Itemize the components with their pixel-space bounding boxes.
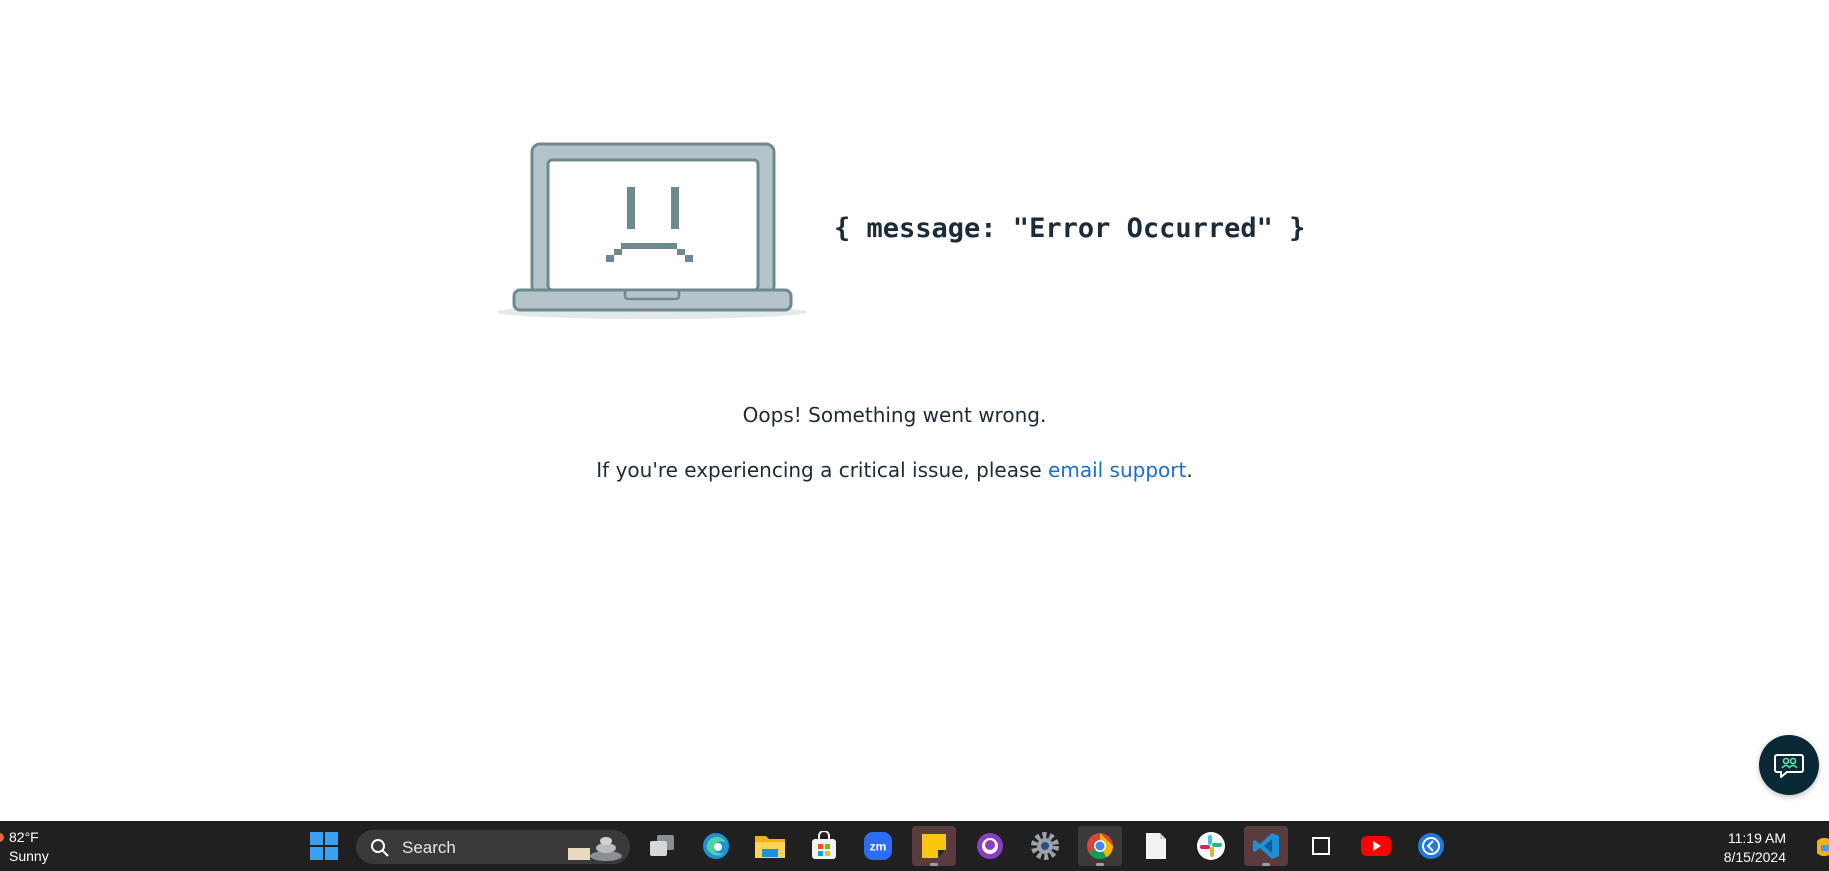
window-button[interactable] <box>1299 826 1343 866</box>
start-button[interactable] <box>302 826 346 866</box>
gear-icon <box>1031 832 1059 860</box>
sticky-notes-icon <box>922 834 946 858</box>
taskbar-search[interactable]: Search <box>356 830 630 864</box>
github-icon <box>977 833 1003 859</box>
system-clock[interactable]: 11:19 AM 8/15/2024 <box>1724 829 1786 867</box>
store-button[interactable] <box>802 826 846 866</box>
blue-app-button[interactable] <box>1409 826 1453 866</box>
edge-button[interactable] <box>694 826 738 866</box>
weather-widget[interactable]: 82°F Sunny <box>0 827 80 867</box>
error-message-code: { message: "Error Occurred" } <box>834 213 1306 244</box>
blue-circle-app-icon <box>1418 833 1444 859</box>
vscode-button[interactable] <box>1244 826 1288 866</box>
github-desktop-button[interactable] <box>968 826 1012 866</box>
error-detail-prefix: If you're experiencing a critical issue,… <box>596 458 1049 482</box>
folder-icon <box>755 836 785 858</box>
notepad-button[interactable] <box>1134 826 1178 866</box>
running-indicator <box>930 863 938 866</box>
weather-temp: 82°F <box>9 829 39 845</box>
settings-button[interactable] <box>1023 826 1067 866</box>
running-indicator <box>1262 863 1270 866</box>
chrome-button[interactable] <box>1078 826 1122 866</box>
zoom-button[interactable]: zm <box>856 826 900 866</box>
email-support-link[interactable]: email support <box>1048 458 1186 482</box>
error-detail-suffix: . <box>1186 458 1193 482</box>
error-page: { message: "Error Occurred" } Oops! Some… <box>0 0 1829 821</box>
clock-date: 8/15/2024 <box>1723 849 1786 865</box>
slack-icon <box>1197 832 1225 860</box>
search-label: Search <box>402 838 456 857</box>
slack-button[interactable] <box>1189 826 1233 866</box>
zoom-icon: zm <box>864 832 892 860</box>
task-view-icon <box>650 835 674 856</box>
file-icon <box>1146 833 1166 859</box>
search-icon <box>371 839 389 857</box>
windows-start-icon <box>310 832 338 860</box>
sticky-notes-button[interactable] <box>912 826 956 866</box>
copilot-icon[interactable] <box>1815 833 1829 861</box>
chrome-icon <box>1087 833 1114 860</box>
edge-icon <box>703 833 729 859</box>
sad-laptop-illustration <box>497 142 807 319</box>
square-icon <box>1312 837 1330 855</box>
store-icon <box>812 831 836 859</box>
search-highlight-icon <box>568 837 622 861</box>
vscode-icon <box>1253 833 1279 859</box>
file-explorer-button[interactable] <box>748 826 792 866</box>
svg-text:zm: zm <box>870 840 887 854</box>
running-indicator <box>1096 863 1104 866</box>
error-heading: Oops! Something went wrong. <box>742 403 1047 427</box>
chat-support-icon <box>1774 754 1804 778</box>
error-detail: If you're experiencing a critical issue,… <box>0 458 1789 482</box>
windows-taskbar: 82°F Sunny Search zm 11:19 AM 8/15/2024 <box>0 821 1829 871</box>
chat-support-button[interactable] <box>1759 735 1819 795</box>
weather-alert-icon <box>0 833 4 842</box>
weather-condition: Sunny <box>9 848 49 864</box>
youtube-icon <box>1361 836 1391 856</box>
task-view-button[interactable] <box>640 826 684 866</box>
youtube-button[interactable] <box>1354 826 1398 866</box>
clock-time: 11:19 AM <box>1727 830 1786 846</box>
